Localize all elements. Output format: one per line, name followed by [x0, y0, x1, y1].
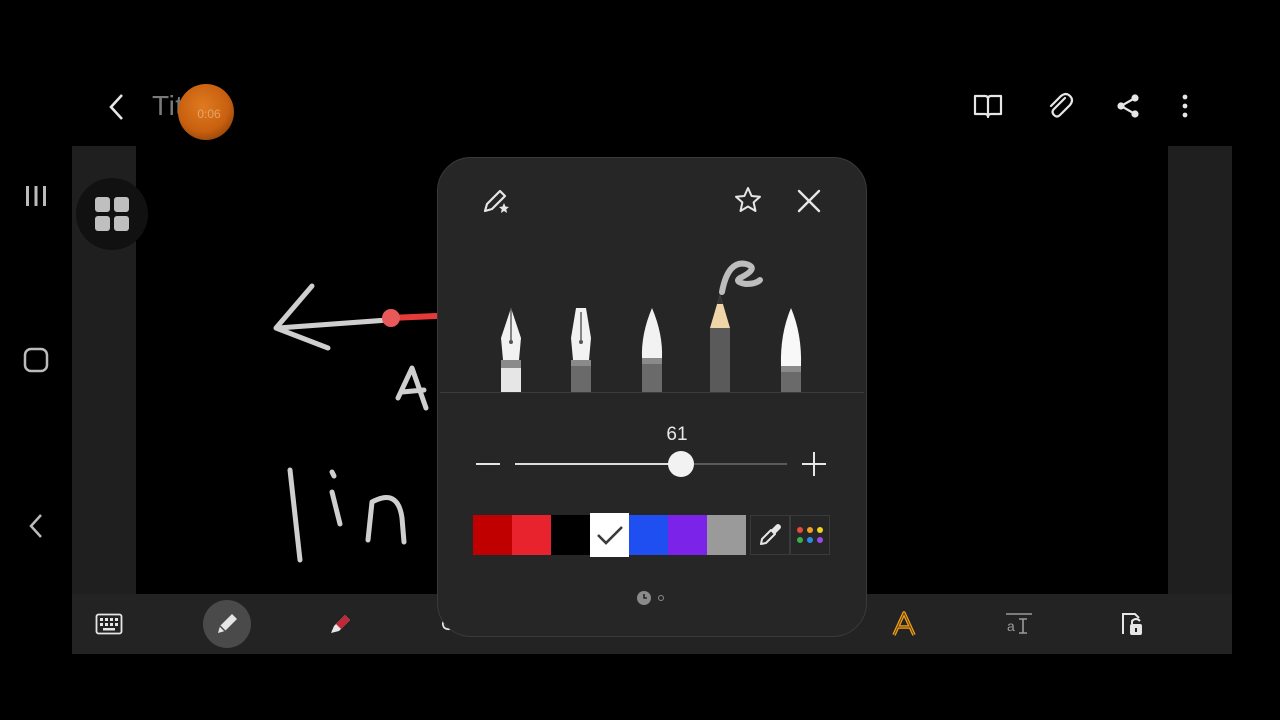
pen-type-row: [440, 245, 864, 392]
highlighter-pen-icon[interactable]: [776, 304, 806, 392]
brush-pen-icon[interactable]: [637, 304, 667, 392]
share-icon: [1117, 94, 1139, 118]
color-swatch[interactable]: [668, 515, 707, 555]
paperclip-icon: [1049, 92, 1074, 118]
recent-apps-button[interactable]: [14, 174, 58, 218]
favorite-pens-button[interactable]: [476, 180, 516, 220]
pen-icon: [218, 614, 237, 633]
more-vertical-icon: [1182, 94, 1188, 118]
minus-icon: [476, 463, 500, 465]
increase-size-button[interactable]: [800, 450, 828, 478]
keyboard-icon: [95, 613, 123, 635]
system-back-button[interactable]: [14, 504, 58, 548]
color-swatch[interactable]: [707, 515, 746, 555]
page-view-button[interactable]: [76, 178, 148, 250]
text-style-button[interactable]: [880, 600, 928, 648]
text-style-icon: [892, 611, 916, 636]
popup-divider: [440, 392, 864, 393]
keyboard-button[interactable]: [85, 600, 133, 648]
pencil-icon[interactable]: [700, 254, 764, 392]
pen-size-slider-thumb[interactable]: [667, 451, 694, 477]
share-button[interactable]: [1108, 86, 1148, 126]
book-icon: [973, 94, 1003, 119]
color-swatch[interactable]: [512, 515, 551, 555]
recording-indicator[interactable]: 0:06: [178, 84, 234, 140]
pen-favorite-icon: [483, 189, 509, 213]
more-options-button[interactable]: [1165, 86, 1205, 126]
text-size-button[interactable]: a: [995, 600, 1043, 648]
more-colors-button[interactable]: [790, 515, 830, 555]
color-swatch[interactable]: [473, 515, 512, 555]
plus-icon: [802, 452, 826, 476]
pen-size-slider-fill: [515, 463, 681, 465]
home-button[interactable]: [14, 338, 58, 382]
page-indicator-next[interactable]: [658, 595, 664, 601]
page-indicator-current[interactable]: [637, 591, 651, 605]
chevron-left-icon: [29, 514, 42, 538]
eyedropper-button[interactable]: [750, 515, 790, 555]
attach-button[interactable]: [1040, 86, 1080, 126]
color-swatch[interactable]: [590, 513, 629, 557]
highlighter-icon: [331, 615, 350, 633]
calligraphy-pen-icon[interactable]: [566, 304, 596, 392]
grid-icon: [95, 197, 129, 231]
home-icon: [23, 347, 49, 373]
color-swatch[interactable]: [551, 515, 590, 555]
recent-apps-icon: [26, 186, 46, 206]
lock-button[interactable]: [1108, 600, 1156, 648]
pen-settings-popup: [437, 157, 867, 637]
reading-mode-button[interactable]: [968, 86, 1008, 126]
close-icon: [797, 189, 821, 213]
chevron-left-icon: [109, 94, 123, 120]
pen-size-value: 61: [666, 424, 688, 445]
back-button[interactable]: [96, 86, 138, 128]
recording-time: 0:06: [197, 107, 221, 121]
decrease-size-button[interactable]: [474, 450, 502, 478]
lock-icon: [1122, 613, 1142, 635]
pen-tool-button[interactable]: [203, 600, 251, 648]
checkmark-icon: [596, 526, 623, 545]
eyedropper-icon: [760, 524, 781, 545]
color-palette-icon: [797, 527, 823, 543]
highlighter-tool-button[interactable]: [316, 600, 364, 648]
star-icon: [735, 187, 761, 212]
text-size-icon: a: [1006, 613, 1032, 634]
clock-icon: [643, 594, 647, 599]
svg-text:a: a: [1007, 618, 1015, 634]
close-popup-button[interactable]: [789, 181, 829, 221]
add-favorite-button[interactable]: [728, 180, 768, 220]
color-swatch[interactable]: [629, 515, 668, 555]
fountain-pen-icon[interactable]: [496, 304, 526, 392]
